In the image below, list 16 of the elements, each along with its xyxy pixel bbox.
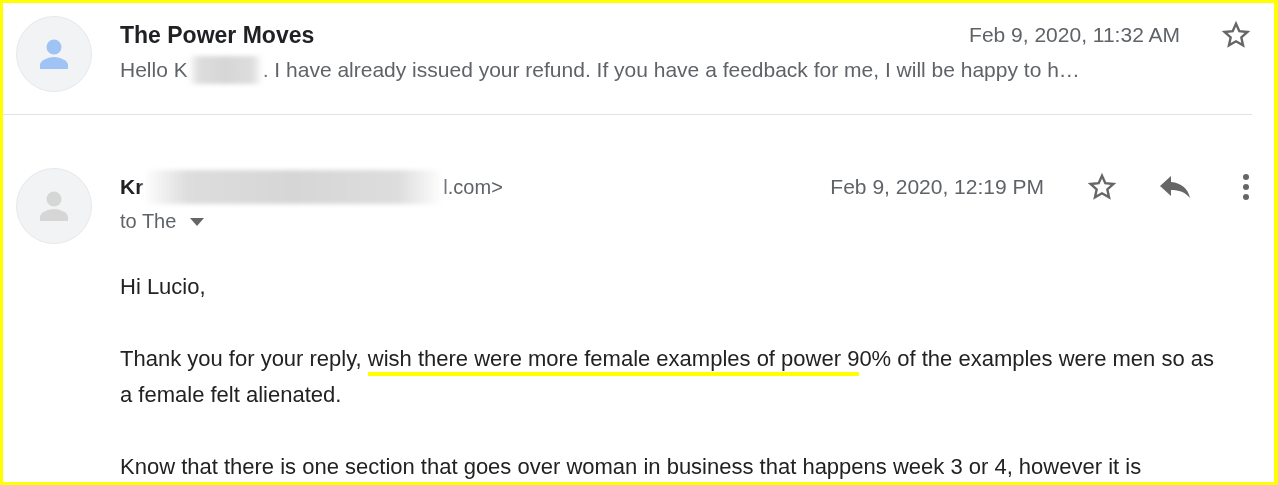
message-date: Feb 9, 2020, 11:32 AM bbox=[969, 23, 1180, 47]
sender-name: Kr bbox=[120, 175, 144, 199]
sender-name: The Power Moves bbox=[120, 21, 316, 49]
dropdown-caret-icon[interactable] bbox=[190, 217, 205, 226]
message-paragraph: Thank you for your reply, wish there were more female examples of power 90% of the examples were men so as a female felt alienated. bbox=[120, 345, 1215, 409]
message-paragraph: Hi Lucio, bbox=[120, 273, 207, 301]
reply-icon[interactable] bbox=[1158, 174, 1192, 200]
message-date: Feb 9, 2020, 12:19 PM bbox=[830, 175, 1044, 199]
preview-text: Hello K bbox=[120, 58, 188, 82]
more-options-icon[interactable] bbox=[1242, 173, 1250, 201]
star-icon[interactable] bbox=[1086, 171, 1118, 203]
message-paragraph: Know that there is one section that goes over woman in business that happens week 3 or 4, however it is bbox=[120, 453, 1143, 481]
preview-text: . I have already issued your refund. If you have a feedback for me, I will be happy to h… bbox=[262, 58, 1080, 82]
sender-email: l.com> bbox=[443, 175, 503, 199]
star-icon[interactable] bbox=[1220, 19, 1252, 51]
recipient-label: to The bbox=[120, 210, 177, 233]
